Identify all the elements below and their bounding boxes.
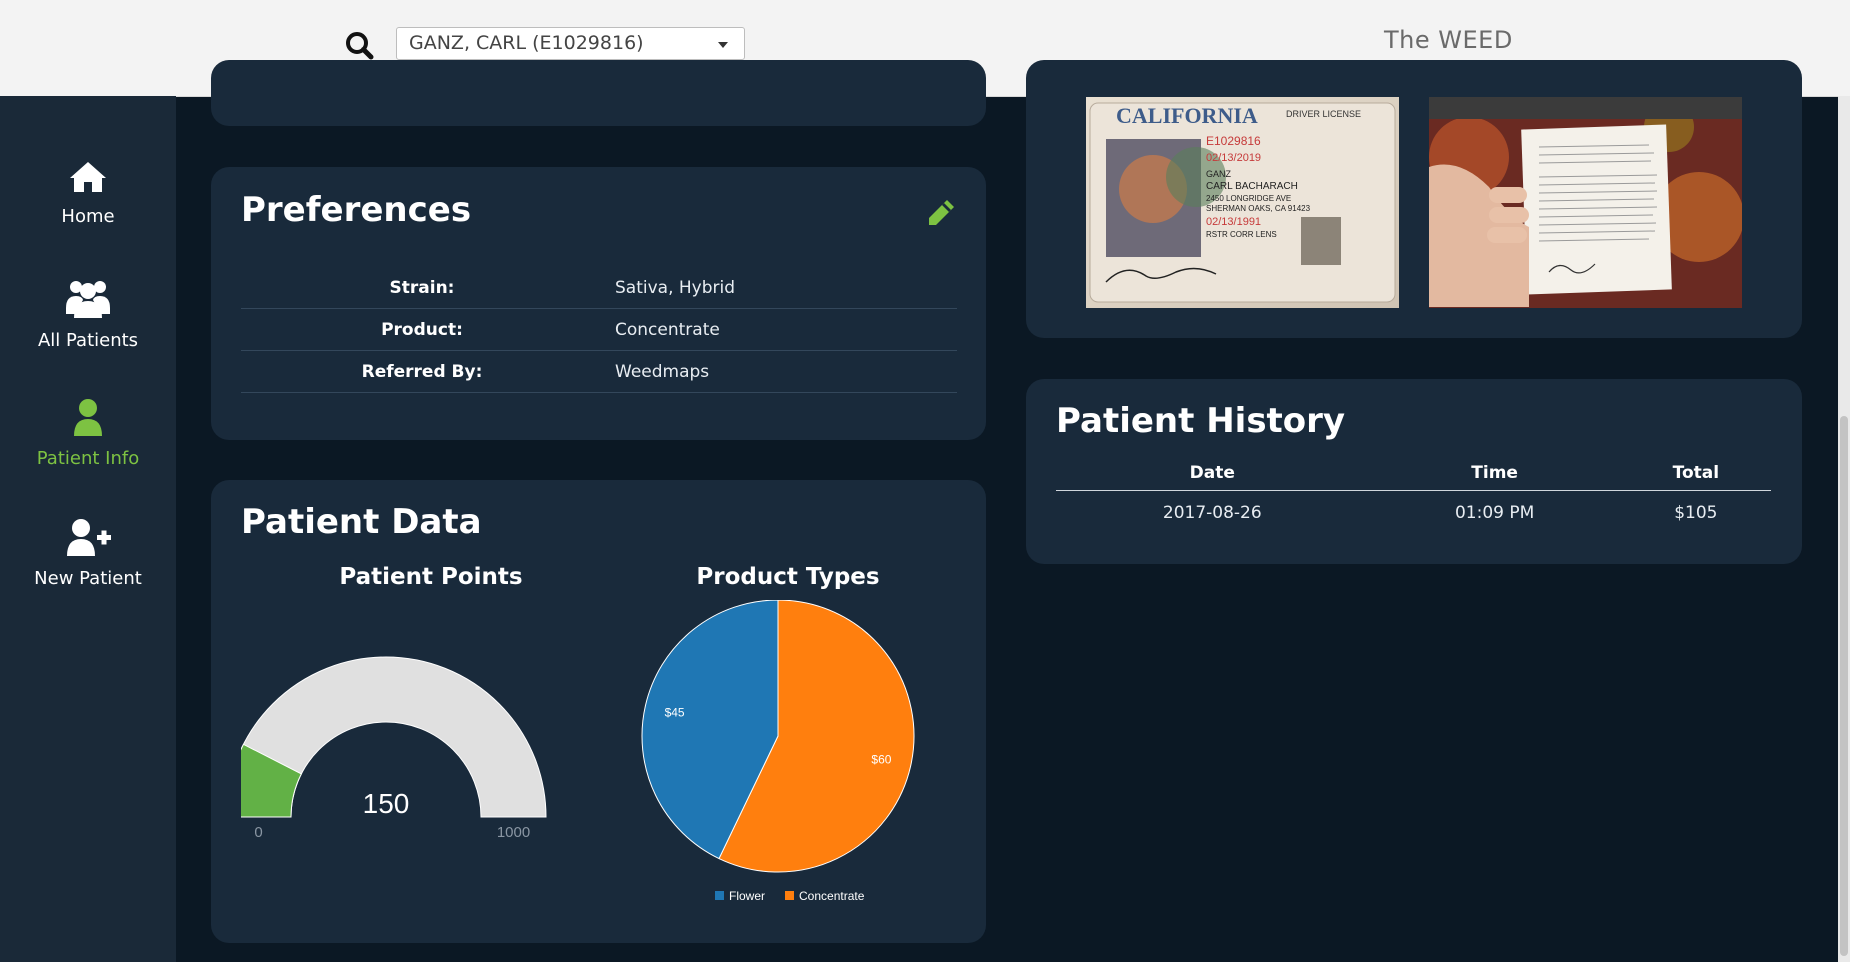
gauge-value-label: 150 [363,788,410,819]
users-icon [66,281,110,318]
preference-key: Product: [241,308,603,351]
recommendation-letter-image[interactable] [1429,97,1742,308]
license-dob: 02/13/1991 [1206,216,1261,228]
preferences-title: Preferences [241,190,472,230]
sidebar-item-label: Home [61,206,115,227]
drivers-license-image[interactable]: CALIFORNIA DRIVER LICENSE E1029816 02/13… [1086,97,1399,308]
brand-title: The WEED [1384,26,1513,54]
preferences-table: Strain: Sativa, Hybrid Product: Concentr… [241,267,957,393]
product-types-pie: $60 $45 Flower Concentrate [641,600,915,903]
license-last-name: GANZ [1206,169,1232,179]
pie-data-label: $60 [871,753,891,767]
preference-key: Strain: [241,267,603,309]
patient-data-card: Patient Data Patient Points Product Type… [211,480,986,943]
drivers-license-photo: CALIFORNIA DRIVER LICENSE E1029816 02/13… [1086,97,1399,308]
patient-select-value: GANZ, CARL (E1029816) [409,32,644,54]
legend-swatch [785,891,794,900]
previous-card [211,60,986,126]
sidebar-item-patient-info[interactable]: Patient Info [0,398,176,469]
license-exp: 02/13/2019 [1206,152,1261,164]
sidebar-item-label: Patient Info [36,448,140,469]
patient-history-card: Patient History Date Time Total 2017-08-… [1026,379,1802,564]
sidebar-item-new-patient[interactable]: New Patient [0,518,176,589]
license-address1: 2450 LONGRIDGE AVE [1206,194,1291,203]
search-icon [346,32,374,60]
license-first-name: CARL BACHARACH [1206,181,1298,192]
sidebar-item-home[interactable]: Home [0,160,176,227]
user-plus-icon [67,519,111,556]
patient-history-title: Patient History [1056,401,1346,441]
product-types-title: Product Types [696,564,880,590]
license-address2: SHERMAN OAKS, CA 91423 [1206,204,1311,213]
legend-label[interactable]: Concentrate [799,889,865,903]
history-column-header[interactable]: Total [1620,455,1771,491]
history-total: $105 [1674,503,1718,523]
sidebar-item-label: New Patient [34,568,142,589]
user-icon [74,399,102,436]
preference-row: Product: Concentrate [241,308,957,351]
gauge-max-label: 1000 [497,824,530,841]
license-number: E1029816 [1206,134,1261,148]
history-column-header[interactable]: Time [1368,455,1621,491]
search-button[interactable] [340,28,380,62]
pie-data-label: $45 [665,705,685,719]
history-header-row: Date Time Total [1056,455,1771,491]
patient-points-title: Patient Points [339,564,523,590]
history-table: Date Time Total 2017-08-26 01:09 PM $105 [1056,455,1771,535]
legend-label[interactable]: Flower [729,889,765,903]
chevron-down-icon [718,42,728,48]
sidebar: Home All Patients Patient Info New Patie… [0,96,176,962]
preference-value: Weedmaps [603,350,957,393]
patient-data-title: Patient Data [241,502,482,542]
preference-row: Strain: Sativa, Hybrid [241,267,957,309]
license-doc-type: DRIVER LICENSE [1286,109,1361,119]
sidebar-item-all-patients[interactable]: All Patients [0,278,176,351]
id-images-card: CALIFORNIA DRIVER LICENSE E1029816 02/13… [1026,60,1802,338]
history-time: 01:09 PM [1454,503,1535,523]
history-column-header[interactable]: Date [1056,455,1369,491]
preferences-card: Preferences Strain: Sativa, Hybrid Produ… [211,167,986,440]
preference-key: Referred By: [241,350,603,393]
recommendation-letter-photo [1429,97,1742,308]
patient-points-gauge: 150 0 1000 [241,656,547,841]
scrollbar-thumb[interactable] [1840,416,1848,956]
preference-value: Sativa, Hybrid [603,267,957,309]
legend-swatch [715,891,724,900]
patient-select[interactable]: GANZ, CARL (E1029816) [396,27,745,60]
pencil-icon[interactable] [925,197,957,229]
gauge-min-label: 0 [254,824,262,841]
license-restriction: RSTR CORR LENS [1206,230,1277,239]
history-date: 2017-08-26 [1162,503,1262,523]
license-state: CALIFORNIA [1116,103,1258,128]
preference-row: Referred By: Weedmaps [241,350,957,393]
sidebar-item-label: All Patients [37,330,139,351]
preference-value: Concentrate [603,308,957,351]
table-row[interactable]: 2017-08-26 01:09 PM $105 [1056,491,1771,536]
home-icon [70,162,106,192]
page-scrollbar[interactable] [1838,96,1850,962]
